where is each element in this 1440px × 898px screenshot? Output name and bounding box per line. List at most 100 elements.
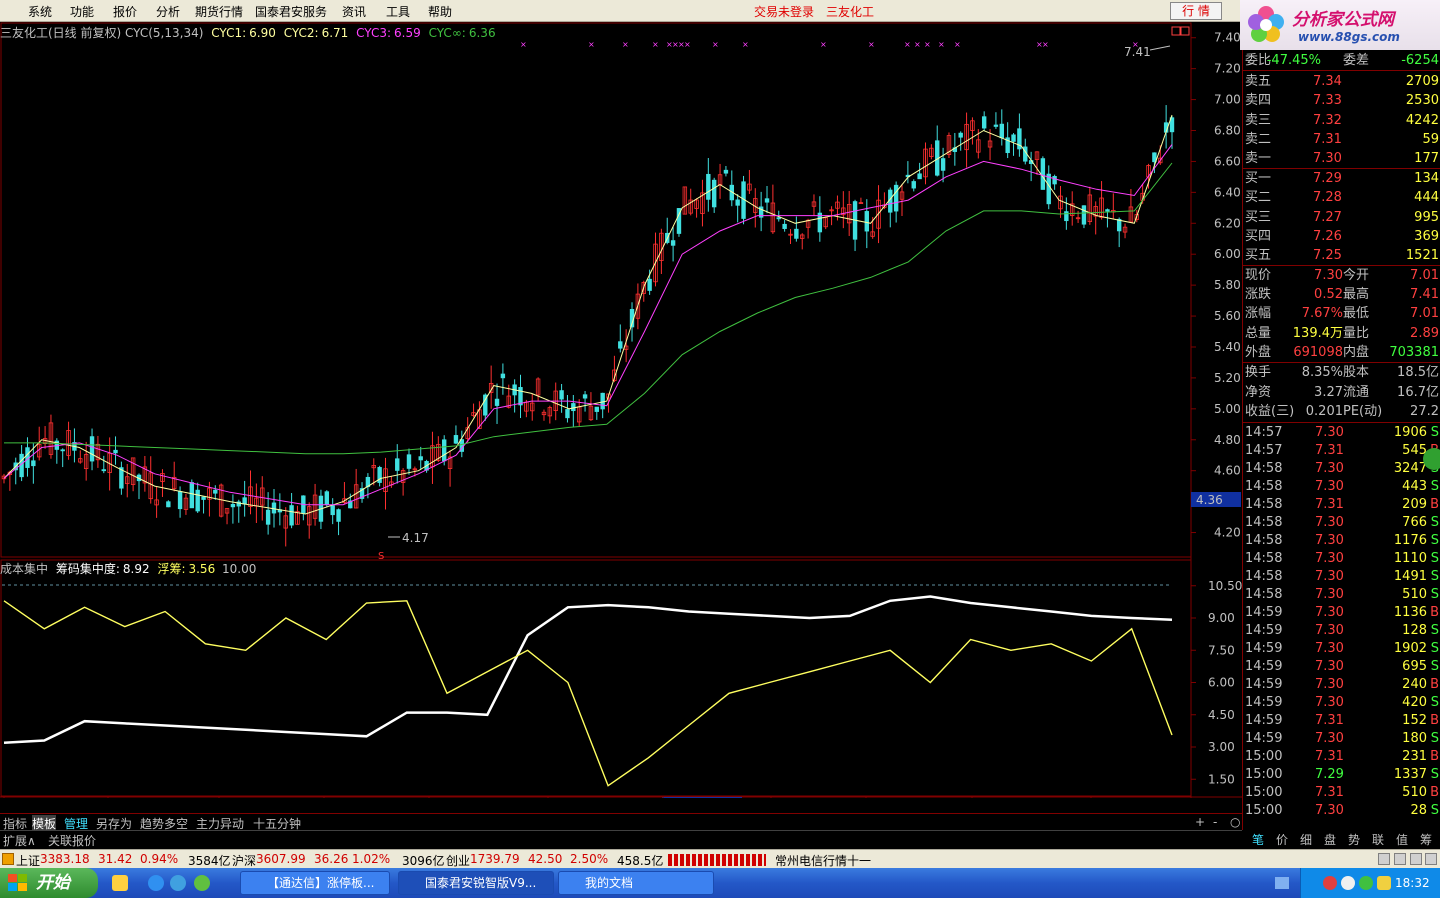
quote-button[interactable]: 行 情 xyxy=(1170,2,1222,20)
tick-row[interactable]: 14:59 7.30 1136 B xyxy=(1243,603,1440,622)
stat-row[interactable]: 总量 139.4万 量比 2.89 xyxy=(1243,324,1440,343)
buy-row[interactable]: 买二 7.28 444 xyxy=(1243,188,1440,207)
sub-extra-value: 10.00 xyxy=(222,562,257,576)
quote-tab-6[interactable]: 值 xyxy=(1396,831,1408,848)
float-badge-icon[interactable] xyxy=(1423,448,1440,470)
stat-row[interactable]: 外盘 691098 内盘 703381 xyxy=(1243,343,1440,362)
status-icon-a[interactable] xyxy=(1378,853,1390,865)
fund-value: 8.35% xyxy=(1301,365,1343,380)
tick-row[interactable]: 14:58 7.30 766 S xyxy=(1243,513,1440,532)
menu-help[interactable]: 帮助 xyxy=(428,3,452,20)
task-gtja[interactable]: 国泰君安锐智版V9... xyxy=(398,871,554,895)
tick-row[interactable]: 14:57 7.30 1906 S xyxy=(1243,423,1440,442)
quote-tab-5[interactable]: 联 xyxy=(1372,831,1384,848)
tick-row[interactable]: 14:58 7.30 510 S xyxy=(1243,585,1440,604)
sell-row[interactable]: 卖四 7.33 2530 xyxy=(1243,91,1440,110)
buy-row[interactable]: 买一 7.29 134 xyxy=(1243,169,1440,188)
add-icon[interactable] xyxy=(194,875,210,891)
tab-related-quote[interactable]: 关联报价 xyxy=(48,832,96,849)
extension-bar: 扩展∧ 关联报价 xyxy=(0,830,1242,849)
tab-expand[interactable]: 扩展∧ xyxy=(3,832,36,849)
tick-row[interactable]: 14:59 7.30 128 S xyxy=(1243,621,1440,640)
tick-row[interactable]: 14:59 7.30 1902 S xyxy=(1243,639,1440,658)
indicator-name[interactable]: CYC(5,13,34) xyxy=(125,26,203,40)
quote-tab-0[interactable]: 笔 xyxy=(1252,831,1264,848)
sell-label: 卖二 xyxy=(1245,131,1272,147)
sub-indicator-name[interactable]: 成本集中 xyxy=(0,562,48,576)
price-tick: 6.60 xyxy=(1214,154,1241,168)
sell-row[interactable]: 卖二 7.31 59 xyxy=(1243,130,1440,149)
quote-tab-7[interactable]: 筹 xyxy=(1420,831,1432,848)
tick-row[interactable]: 14:59 7.30 695 S xyxy=(1243,657,1440,676)
stat-row[interactable]: 涨跌 0.52 最高 7.41 xyxy=(1243,285,1440,304)
menu-quote[interactable]: 报价 xyxy=(113,3,137,20)
tick-row[interactable]: 15:00 7.30 28 S xyxy=(1243,801,1440,820)
quote-tab-2[interactable]: 细 xyxy=(1300,831,1312,848)
status-icon-d[interactable] xyxy=(1425,853,1437,865)
quicklaunch-app-icon[interactable] xyxy=(112,875,128,891)
task-my-documents[interactable]: 我的文档 xyxy=(558,871,714,895)
cy-label[interactable]: 创业 xyxy=(446,852,470,869)
tray-icon-1[interactable] xyxy=(1323,876,1337,890)
kline-chart[interactable]: 7.40 7.20 7.00 6.80 6.60 6.40 6.20 6.00 5.80 5.60… xyxy=(0,22,1242,798)
fund-row[interactable]: 收益(三) 0.201 PE(动) 27.2 xyxy=(1243,402,1440,421)
quote-tab-4[interactable]: 势 xyxy=(1348,831,1360,848)
menu-news[interactable]: 资讯 xyxy=(342,3,366,20)
keyboard-icon[interactable] xyxy=(1275,877,1289,889)
sell-row[interactable]: 卖三 7.32 4242 xyxy=(1243,111,1440,130)
tray-icon-3[interactable] xyxy=(1359,876,1373,890)
status-icon-c[interactable] xyxy=(1410,853,1422,865)
tick-row[interactable]: 14:59 7.31 152 B xyxy=(1243,711,1440,730)
quote-tab-3[interactable]: 盘 xyxy=(1324,831,1336,848)
menu-tools[interactable]: 工具 xyxy=(386,3,410,20)
sh-value: 3383.18 xyxy=(40,852,90,866)
close-pane-icon[interactable]: ○ xyxy=(1230,815,1240,829)
buy-row[interactable]: 买三 7.27 995 xyxy=(1243,208,1440,227)
shield-icon[interactable] xyxy=(1377,876,1391,890)
weibi-row[interactable]: 委比 -47.45% 委差 -6254 xyxy=(1243,51,1440,70)
tick-row[interactable]: 14:577.31545B xyxy=(1243,441,1440,460)
tick-row[interactable]: 14:587.303247S xyxy=(1243,459,1440,478)
tick-row[interactable]: 14:58 7.31 209 B xyxy=(1243,495,1440,514)
menu-system[interactable]: 系统 xyxy=(28,3,52,20)
zoom-in-icon[interactable]: + xyxy=(1195,815,1205,829)
tray-icon-2[interactable] xyxy=(1341,876,1355,890)
pane-minimize-icon[interactable] xyxy=(1171,26,1181,36)
browser-icon[interactable] xyxy=(170,875,186,891)
tick-volume: 180 xyxy=(1402,731,1427,746)
tick-row[interactable]: 14:58 7.30 443 S xyxy=(1243,477,1440,496)
tick-row[interactable]: 14:58 7.30 1110 S xyxy=(1243,549,1440,568)
tick-row[interactable]: 14:59 7.30 180 S xyxy=(1243,729,1440,748)
sh-label[interactable]: 上证 xyxy=(16,852,40,869)
menu-function[interactable]: 功能 xyxy=(70,3,94,20)
menu-analysis[interactable]: 分析 xyxy=(156,3,180,20)
buy-row[interactable]: 买五 7.25 1521 xyxy=(1243,246,1440,265)
task-tdx[interactable]: 【通达信】涨停板... xyxy=(240,871,390,895)
fund-row[interactable]: 换手 8.35% 股本 18.5亿 xyxy=(1243,363,1440,382)
hs-label[interactable]: 沪深 xyxy=(232,852,256,869)
ie-icon[interactable] xyxy=(148,875,164,891)
tick-time: 14:59 xyxy=(1245,713,1283,728)
login-status[interactable]: 交易未登录 xyxy=(754,3,814,20)
fund-row[interactable]: 净资 3.27 流通 16.7亿 xyxy=(1243,383,1440,402)
tick-row[interactable]: 14:58 7.30 1491 S xyxy=(1243,567,1440,586)
stat-row[interactable]: 涨幅 7.67% 最低 7.01 xyxy=(1243,304,1440,323)
tick-row[interactable]: 14:58 7.30 1176 S xyxy=(1243,531,1440,550)
menu-gtja-service[interactable]: 国泰君安服务 xyxy=(255,3,327,20)
tick-row[interactable]: 14:59 7.30 240 B xyxy=(1243,675,1440,694)
tick-row[interactable]: 15:00 7.31 231 B xyxy=(1243,747,1440,766)
status-icon-b[interactable] xyxy=(1394,853,1406,865)
pane-maximize-icon[interactable] xyxy=(1180,26,1190,36)
sell-row[interactable]: 卖一 7.30 177 xyxy=(1243,149,1440,168)
tick-price: 7.31 xyxy=(1315,497,1344,512)
quote-tab-1[interactable]: 价 xyxy=(1276,831,1288,848)
fund-label: 收益(三) xyxy=(1245,404,1295,419)
sell-row[interactable]: 卖五 7.34 2709 xyxy=(1243,72,1440,91)
menu-futures[interactable]: 期货行情 xyxy=(195,3,243,20)
tick-row[interactable]: 14:59 7.30 420 S xyxy=(1243,693,1440,712)
tick-row[interactable]: 15:00 7.29 1337 S xyxy=(1243,765,1440,784)
buy-row[interactable]: 买四 7.26 369 xyxy=(1243,227,1440,246)
stat-row[interactable]: 现价 7.30 今开 7.01 xyxy=(1243,266,1440,285)
zoom-out-icon[interactable]: - xyxy=(1213,815,1217,829)
tick-row[interactable]: 15:00 7.31 510 B xyxy=(1243,783,1440,802)
